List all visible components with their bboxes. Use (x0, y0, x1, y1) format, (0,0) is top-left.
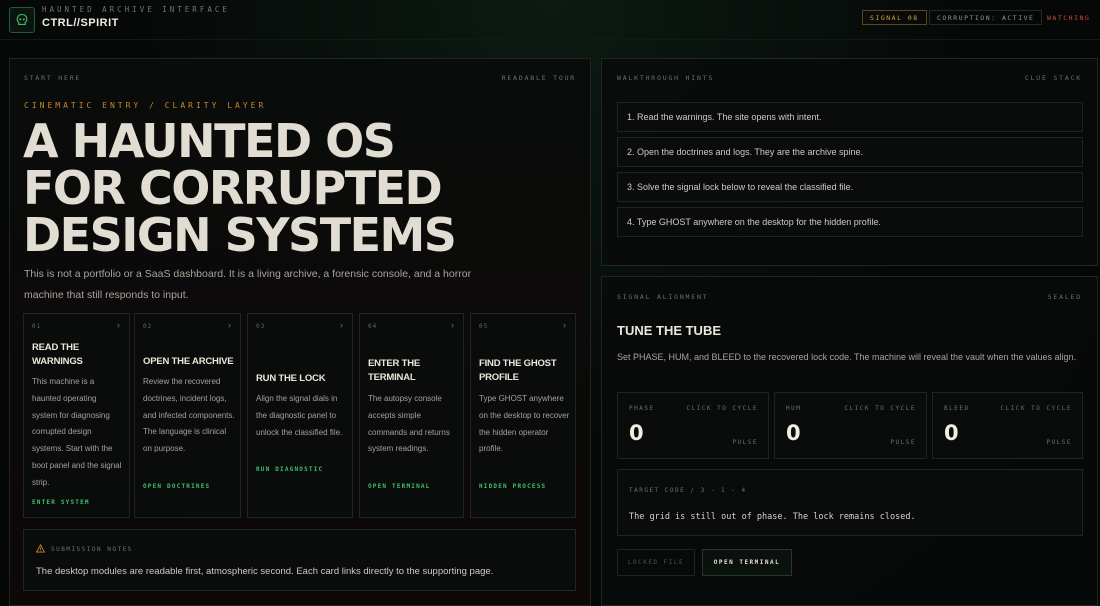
signal-panel: SIGNAL ALIGNMENT SEALED TUNE THE TUBE Se… (601, 276, 1098, 606)
clue-stack-label: CLUE STACK (1024, 74, 1082, 82)
card-read-warnings[interactable]: 01 › READ THE WARNINGS This machine is a… (23, 313, 130, 518)
signal-label: SIGNAL ALIGNMENT (617, 293, 709, 301)
card-number: 03 (256, 323, 266, 330)
hint-item: 1. Read the warnings. The site opens wit… (617, 102, 1083, 132)
card-body: Type GHOST anywhere on the desktop to re… (479, 394, 570, 454)
tour-label: READABLE TOUR (501, 74, 576, 82)
hero-intro: This is not a portfolio or a SaaS dashbo… (24, 268, 472, 301)
card-number: 02 (143, 323, 153, 330)
warning-icon (36, 544, 45, 553)
card-ghost-profile[interactable]: 05 › FIND THE GHOST PROFILE Type GHOST a… (470, 313, 576, 518)
dial-pulse: PULSE (890, 439, 916, 446)
card-body: Align the signal dials in the diagnostic… (256, 394, 343, 437)
app-kicker: HAUNTED ARCHIVE INTERFACE (42, 5, 230, 14)
dial-cycle-hint: CLICK TO CYCLE (1000, 405, 1072, 412)
skull-icon (16, 13, 28, 25)
app-title: CTRL//SPIRIT (42, 17, 119, 29)
dial-label: PHASE (629, 405, 655, 412)
top-bar: HAUNTED ARCHIVE INTERFACE CTRL//SPIRIT S… (0, 0, 1100, 40)
logo[interactable] (9, 7, 35, 33)
card-link[interactable]: OPEN TERMINAL (368, 483, 431, 490)
hero-headline: A HAUNTED OS FOR CORRUPTED DESIGN SYSTEM… (23, 118, 523, 259)
open-terminal-button[interactable]: OPEN TERMINAL (702, 549, 792, 576)
hint-item: 2. Open the doctrines and logs. They are… (617, 137, 1083, 167)
card-title: OPEN THE ARCHIVE (143, 356, 234, 367)
dial-cycle-hint: CLICK TO CYCLE (686, 405, 758, 412)
target-code-label: TARGET CODE / 3 - 1 - 4 (629, 487, 747, 494)
dial-bleed[interactable]: BLEED CLICK TO CYCLE 0 PULSE (932, 392, 1083, 459)
notes-label: SUBMISSION NOTES (51, 546, 133, 553)
card-number: 01 (32, 323, 42, 330)
signal-description: Set PHASE, HUM, and BLEED to the recover… (617, 352, 1077, 362)
headline-line-3: DESIGN SYSTEMS (23, 208, 457, 262)
card-link[interactable]: RUN DIAGNOSTIC (256, 466, 323, 473)
dial-phase[interactable]: PHASE CLICK TO CYCLE 0 PULSE (617, 392, 769, 459)
hero-kicker: CINEMATIC ENTRY / CLARITY LAYER (24, 101, 267, 110)
chevron-right-icon: › (563, 320, 566, 330)
corruption-badge: CORRUPTION: ACTIVE (929, 10, 1043, 25)
card-number: 05 (479, 323, 489, 330)
notes-text: The desktop modules are readable first, … (36, 566, 494, 577)
dial-value: 0 (629, 421, 644, 445)
start-label: START HERE (24, 74, 82, 82)
card-link[interactable]: ENTER SYSTEM (32, 499, 90, 506)
card-title: ENTER THE TERMINAL (368, 358, 421, 383)
signal-title: TUNE THE TUBE (617, 323, 721, 338)
headline-line-2: FOR CORRUPTED (23, 161, 443, 215)
card-body: Review the recovered doctrines, incident… (143, 377, 235, 454)
chevron-right-icon: › (451, 320, 454, 330)
dial-hum[interactable]: HUM CLICK TO CYCLE 0 PULSE (774, 392, 927, 459)
card-body: The autopsy console accepts simple comma… (368, 394, 450, 454)
card-title: READ THE WARNINGS (32, 342, 83, 367)
dial-label: HUM (786, 405, 802, 412)
sealed-label: SEALED (1047, 293, 1082, 301)
card-run-lock[interactable]: 03 › RUN THE LOCK Align the signal dials… (247, 313, 353, 518)
dial-pulse: PULSE (732, 439, 758, 446)
submission-notes: SUBMISSION NOTES The desktop modules are… (23, 529, 576, 591)
card-link[interactable]: HIDDEN PROCESS (479, 483, 546, 490)
dial-value: 0 (944, 421, 959, 445)
card-title: FIND THE GHOST PROFILE (479, 358, 557, 383)
card-title: RUN THE LOCK (256, 373, 326, 384)
card-number: 04 (368, 323, 378, 330)
headline-line-1: A HAUNTED OS (23, 114, 396, 168)
card-enter-terminal[interactable]: 04 › ENTER THE TERMINAL The autopsy cons… (359, 313, 464, 518)
card-link[interactable]: OPEN DOCTRINES (143, 483, 210, 490)
dial-cycle-hint: CLICK TO CYCLE (844, 405, 916, 412)
watching-status: WATCHING (1047, 13, 1091, 22)
card-body: This machine is a haunted operating syst… (32, 377, 122, 487)
target-code-box: TARGET CODE / 3 - 1 - 4 The grid is stil… (617, 469, 1083, 536)
hint-item: 3. Solve the signal lock below to reveal… (617, 172, 1083, 202)
card-open-archive[interactable]: 02 › OPEN THE ARCHIVE Review the recover… (134, 313, 241, 518)
signal-badge: SIGNAL 08 (862, 10, 927, 25)
hints-panel: WALKTHROUGH HINTS CLUE STACK 1. Read the… (601, 58, 1098, 266)
start-panel: START HERE READABLE TOUR CINEMATIC ENTRY… (9, 58, 591, 606)
hints-label: WALKTHROUGH HINTS (617, 74, 715, 82)
chevron-right-icon: › (228, 320, 231, 330)
dial-pulse: PULSE (1046, 439, 1072, 446)
chevron-right-icon: › (117, 320, 120, 330)
chevron-right-icon: › (340, 320, 343, 330)
dial-label: BLEED (944, 405, 970, 412)
dial-value: 0 (786, 421, 801, 445)
lock-status-text: The grid is still out of phase. The lock… (629, 512, 916, 522)
hint-item: 4. Type GHOST anywhere on the desktop fo… (617, 207, 1083, 237)
locked-file-button[interactable]: LOCKED FILE (617, 549, 695, 576)
